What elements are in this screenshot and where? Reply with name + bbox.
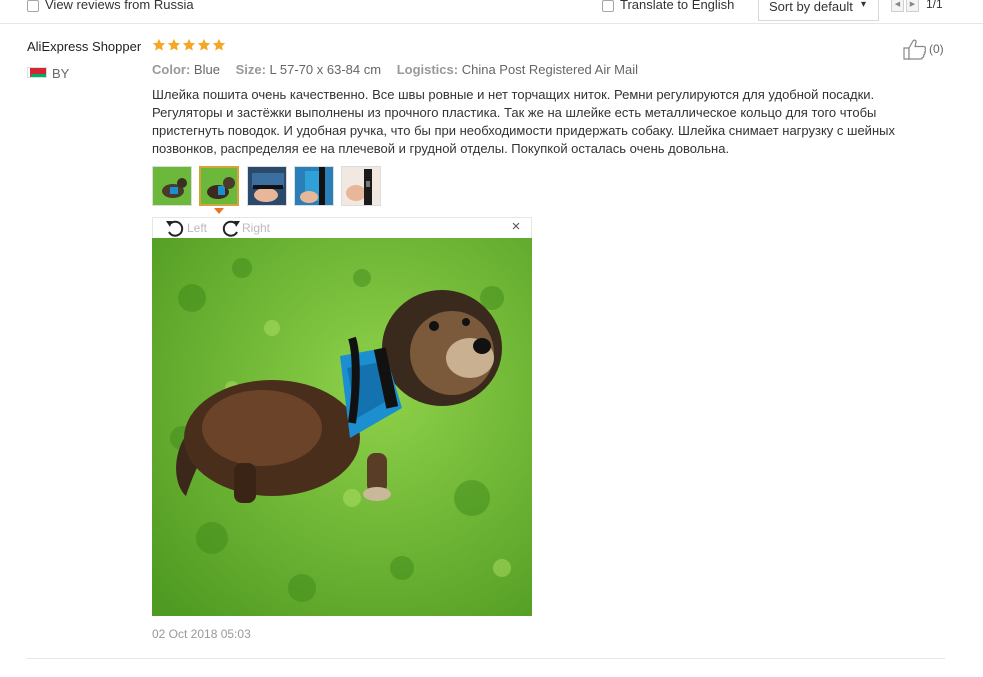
star-icon <box>197 38 211 51</box>
rotate-right-icon[interactable] <box>219 218 241 238</box>
size-attr-label: Size: <box>235 62 266 77</box>
rotate-right-label[interactable]: Right <box>242 221 270 235</box>
translate-label[interactable]: Translate to English <box>620 0 734 12</box>
review-text: Шлейка пошита очень качественно. Все швы… <box>152 87 895 156</box>
star-icon <box>182 38 196 51</box>
review-date: 02 Oct 2018 05:03 <box>152 627 251 641</box>
star-icon <box>167 38 181 51</box>
color-attr-label: Color: <box>152 62 191 77</box>
reviewer-country: BY <box>52 66 70 81</box>
next-page-button[interactable]: ▶ <box>906 0 919 12</box>
page-indicator: 1/1 <box>926 0 943 11</box>
purchase-attributes: Color: Blue Size: L 57-70 x 63-84 cm Log… <box>152 62 650 77</box>
rotate-left-label[interactable]: Left <box>187 221 207 235</box>
country-flag-icon <box>27 67 47 78</box>
close-icon[interactable]: × <box>508 219 524 235</box>
rating-stars <box>152 38 227 54</box>
color-attr-value: Blue <box>193 62 220 77</box>
sort-dropdown[interactable]: Sort by default ▾ <box>758 0 879 21</box>
photo-thumbnail[interactable] <box>247 166 287 206</box>
rotate-left-icon[interactable] <box>165 218 187 238</box>
star-icon <box>212 38 226 51</box>
star-icon <box>152 38 166 51</box>
logistics-attr-label: Logistics: <box>396 62 459 77</box>
sort-dropdown-label: Sort by default <box>769 0 853 14</box>
view-russia-checkbox[interactable] <box>27 0 39 12</box>
photo-thumbnail[interactable] <box>152 166 192 206</box>
view-russia-label[interactable]: View reviews from Russia <box>45 0 194 12</box>
active-thumb-pointer <box>214 208 224 214</box>
review-filter-bar: View reviews from Russia Translate to En… <box>0 0 983 24</box>
photo-thumbnail[interactable] <box>294 166 334 206</box>
thumbs-up-icon[interactable] <box>903 39 927 60</box>
review-photo-large <box>152 238 532 616</box>
size-attr-value: L 57-70 x 63-84 cm <box>269 62 382 77</box>
review-divider <box>27 658 945 659</box>
photo-thumbnail[interactable] <box>341 166 381 206</box>
logistics-attr-value: China Post Registered Air Mail <box>461 62 639 77</box>
translate-checkbox[interactable] <box>602 0 614 12</box>
reviewer-name: AliExpress Shopper <box>27 39 142 54</box>
prev-page-button[interactable]: ◀ <box>891 0 904 12</box>
photo-thumbnail-active[interactable] <box>199 166 239 206</box>
photo-viewer-toolbar: Left Right × <box>152 217 532 238</box>
like-count: (0) <box>929 42 944 56</box>
chevron-down-icon: ▾ <box>861 0 867 10</box>
